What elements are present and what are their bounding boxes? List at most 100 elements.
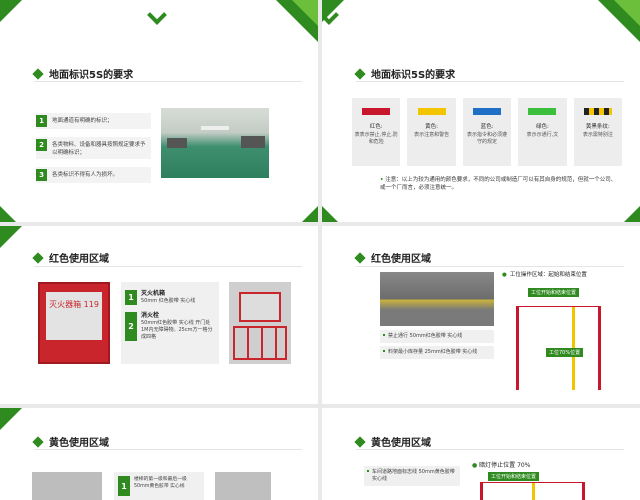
slide-4[interactable]: 红色使用区域 禁止通行 50mm红色胶带 实心线 料架最小库存量 25mm红色胶… (322, 226, 640, 404)
list-item: 料架最小库存量 25mm红色胶带 实心线 (380, 346, 494, 359)
color-card-green: 绿色: 表示示通行,文 (518, 98, 567, 166)
item-text: 地面通道有明确的标识； (52, 118, 113, 124)
color-name: 绿色: (535, 124, 549, 130)
factory-photo (161, 108, 269, 178)
color-desc: 表示注意和警告 (414, 132, 450, 138)
color-card-blue: 蓝色: 表示指令和必须遵守的规定 (462, 98, 512, 166)
color-card-yellow: 黄色: 表示注意和警告 (407, 98, 456, 166)
corner-decoration (292, 0, 318, 26)
note-body: 以上为较为通用的颜色要求，不同的公司或制造厂可以有其自身的规范，但就一个公司、或… (380, 177, 617, 191)
slide-1[interactable]: 地面标识5S的要求 1 地面通道有明确的标识； 2 各类物料、设备和器具按照规定要求… (0, 0, 318, 222)
position-label: 工位70%位置 (546, 348, 584, 357)
color-name: 蓝色: (480, 124, 494, 130)
item-number: 2 (125, 312, 137, 341)
info-box: 1 灭火机箱 50mm 红色胶带 实心线 2 消火栓 50mm红色胶带 实心线 开门… (121, 282, 219, 364)
divider (34, 266, 302, 267)
corner-decoration (0, 0, 22, 22)
diamond-icon (354, 67, 366, 80)
item-number: 3 (36, 169, 47, 181)
slide-title-text: 黄色使用区域 (371, 438, 431, 449)
red-line (516, 306, 519, 390)
color-name: 红色: (369, 124, 383, 130)
diamond-icon (32, 435, 44, 448)
diagram-tip: 工位操作区域：起始和结束位置 (502, 270, 587, 278)
slide-title: 红色使用区域 (32, 250, 109, 265)
diamond-icon (354, 435, 366, 448)
divider (34, 449, 302, 450)
list-item: 车间道路地面标志线 50mm黄色胶带 实心线 (364, 466, 460, 486)
slide-title: 黄色使用区域 (32, 434, 109, 449)
item-number: 1 (118, 476, 130, 496)
corner-decoration (322, 206, 338, 222)
fire-cabinet-photo: 灭火器箱 119 (38, 282, 110, 364)
divider (34, 81, 302, 82)
station-diagram: 工位操作区域：起始和结束位置 工位开始和结束位置 工位70%位置 (502, 270, 630, 390)
color-desc: 表示需特别注 (582, 132, 613, 138)
slide-title-text: 地面标识5S的要求 (49, 70, 134, 81)
color-desc: 表示示通行,文 (526, 132, 559, 138)
item-desc: 楼梯的第一级和最后一级 (134, 477, 187, 482)
slide-title: 地面标识5S的要求 (32, 66, 134, 81)
slide-grid: 地面标识5S的要求 1 地面通道有明确的标识； 2 各类物料、设备和器具按照规定要求… (0, 0, 640, 500)
corner-decoration (0, 408, 22, 430)
list-item: 2 各类物料、设备和器具按照规定要求予以明确标识； (36, 137, 151, 159)
station-diagram: ● 暗灯停止位置 70% 工位开始和结束位置 (472, 460, 622, 500)
divider (356, 449, 624, 450)
blue-swatch (473, 108, 502, 115)
color-card-red: 红色: 表表示禁止,停止,防和危险 (352, 98, 401, 166)
diamond-icon (32, 67, 44, 80)
diagram-tip: ● 暗灯停止位置 70% (472, 462, 531, 469)
yellow-swatch (417, 108, 446, 115)
slide-title-text: 地面标识5S的要求 (371, 70, 456, 81)
slide-title: 黄色使用区域 (354, 434, 431, 449)
slide-title: 红色使用区域 (354, 250, 431, 265)
color-legend: 红色: 表表示禁止,停止,防和危险 黄色: 表示注意和警告 蓝色: 表示指令和必… (352, 98, 623, 166)
item-text: 各类标识不得有人为损坏。 (52, 172, 119, 178)
color-name: 黄色: (425, 124, 439, 130)
list-item: 2 消火栓 50mm红色胶带 实心线 开门处1M内无障碍物。25cm方一格分成四格 (125, 312, 215, 341)
item-heading: 消火栓 (141, 312, 160, 319)
item-desc: 50mm红色胶带 实心线 开门处1M内无障碍物。25cm方一格分成四格 (141, 320, 213, 340)
chevron-down-icon (147, 5, 167, 25)
slide-2[interactable]: 地面标识5S的要求 红色: 表表示禁止,停止,防和危险 黄色: 表示注意和警告 … (322, 0, 640, 222)
item-heading: 灭火机箱 (141, 290, 166, 297)
slide-5[interactable]: 黄色使用区域 1 楼梯的第一级和最后一级 50mm黄色胶带 实心线 (0, 408, 318, 500)
item-desc: 50mm 红色胶带 实心线 (141, 298, 196, 304)
item-list: 禁止通行 50mm红色胶带 实心线 料架最小库存量 25mm红色胶带 实心线 (380, 330, 494, 362)
item-number: 2 (36, 139, 47, 151)
conveyor-photo (380, 272, 494, 326)
slide-title-text: 黄色使用区域 (49, 438, 109, 449)
red-swatch (362, 108, 391, 115)
divider (356, 81, 624, 82)
requirement-list: 1 地面通道有明确的标识； 2 各类物料、设备和器具按照规定要求予以明确标识； 3各… (36, 113, 151, 191)
item-number: 1 (36, 115, 47, 127)
stair-photo (32, 472, 102, 500)
diamond-icon (32, 251, 44, 264)
position-label: 工位开始和结束位置 (528, 288, 580, 297)
list-item: 3 各类标识不得有人为损坏。 (36, 167, 151, 183)
color-desc: 表示指令和必须遵守的规定 (467, 132, 508, 145)
item-text: 各类物料、设备和器具按照规定要求予以明确标识； (52, 142, 146, 156)
green-swatch (528, 108, 557, 115)
corner-decoration (0, 226, 22, 248)
diagram-tip-text: 暗灯停止位置 70% (479, 462, 531, 469)
list-item: 禁止通行 50mm红色胶带 实心线 (380, 330, 494, 343)
corner-decoration (624, 206, 640, 222)
corner-decoration (302, 206, 318, 222)
note-prefix: 注意： (385, 177, 402, 183)
slide-3[interactable]: 红色使用区域 灭火器箱 119 1 灭火机箱 50mm 红色胶带 实心线 2 消火… (0, 226, 318, 404)
list-item: 1 地面通道有明确的标识； (36, 113, 151, 129)
info-box: 1 楼梯的第一级和最后一级 50mm黄色胶带 实心线 (114, 472, 204, 500)
slide-title-text: 红色使用区域 (49, 254, 109, 265)
corner-decoration (0, 206, 16, 222)
list-item: 1 灭火机箱 50mm 红色胶带 实心线 (125, 290, 215, 305)
diamond-icon (354, 251, 366, 264)
position-label: 工位开始和结束位置 (488, 472, 540, 481)
slide-6[interactable]: 黄色使用区域 车间道路地面标志线 50mm黄色胶带 实心线 ● 暗灯停止位置 7… (322, 408, 640, 500)
red-line (598, 306, 601, 390)
stripe-swatch (583, 108, 612, 115)
item-desc: 50mm黄色胶带 实心线 (134, 484, 185, 489)
item-number: 1 (125, 290, 137, 305)
corner-decoration (614, 0, 640, 26)
slide-title: 地面标识5S的要求 (354, 66, 456, 81)
